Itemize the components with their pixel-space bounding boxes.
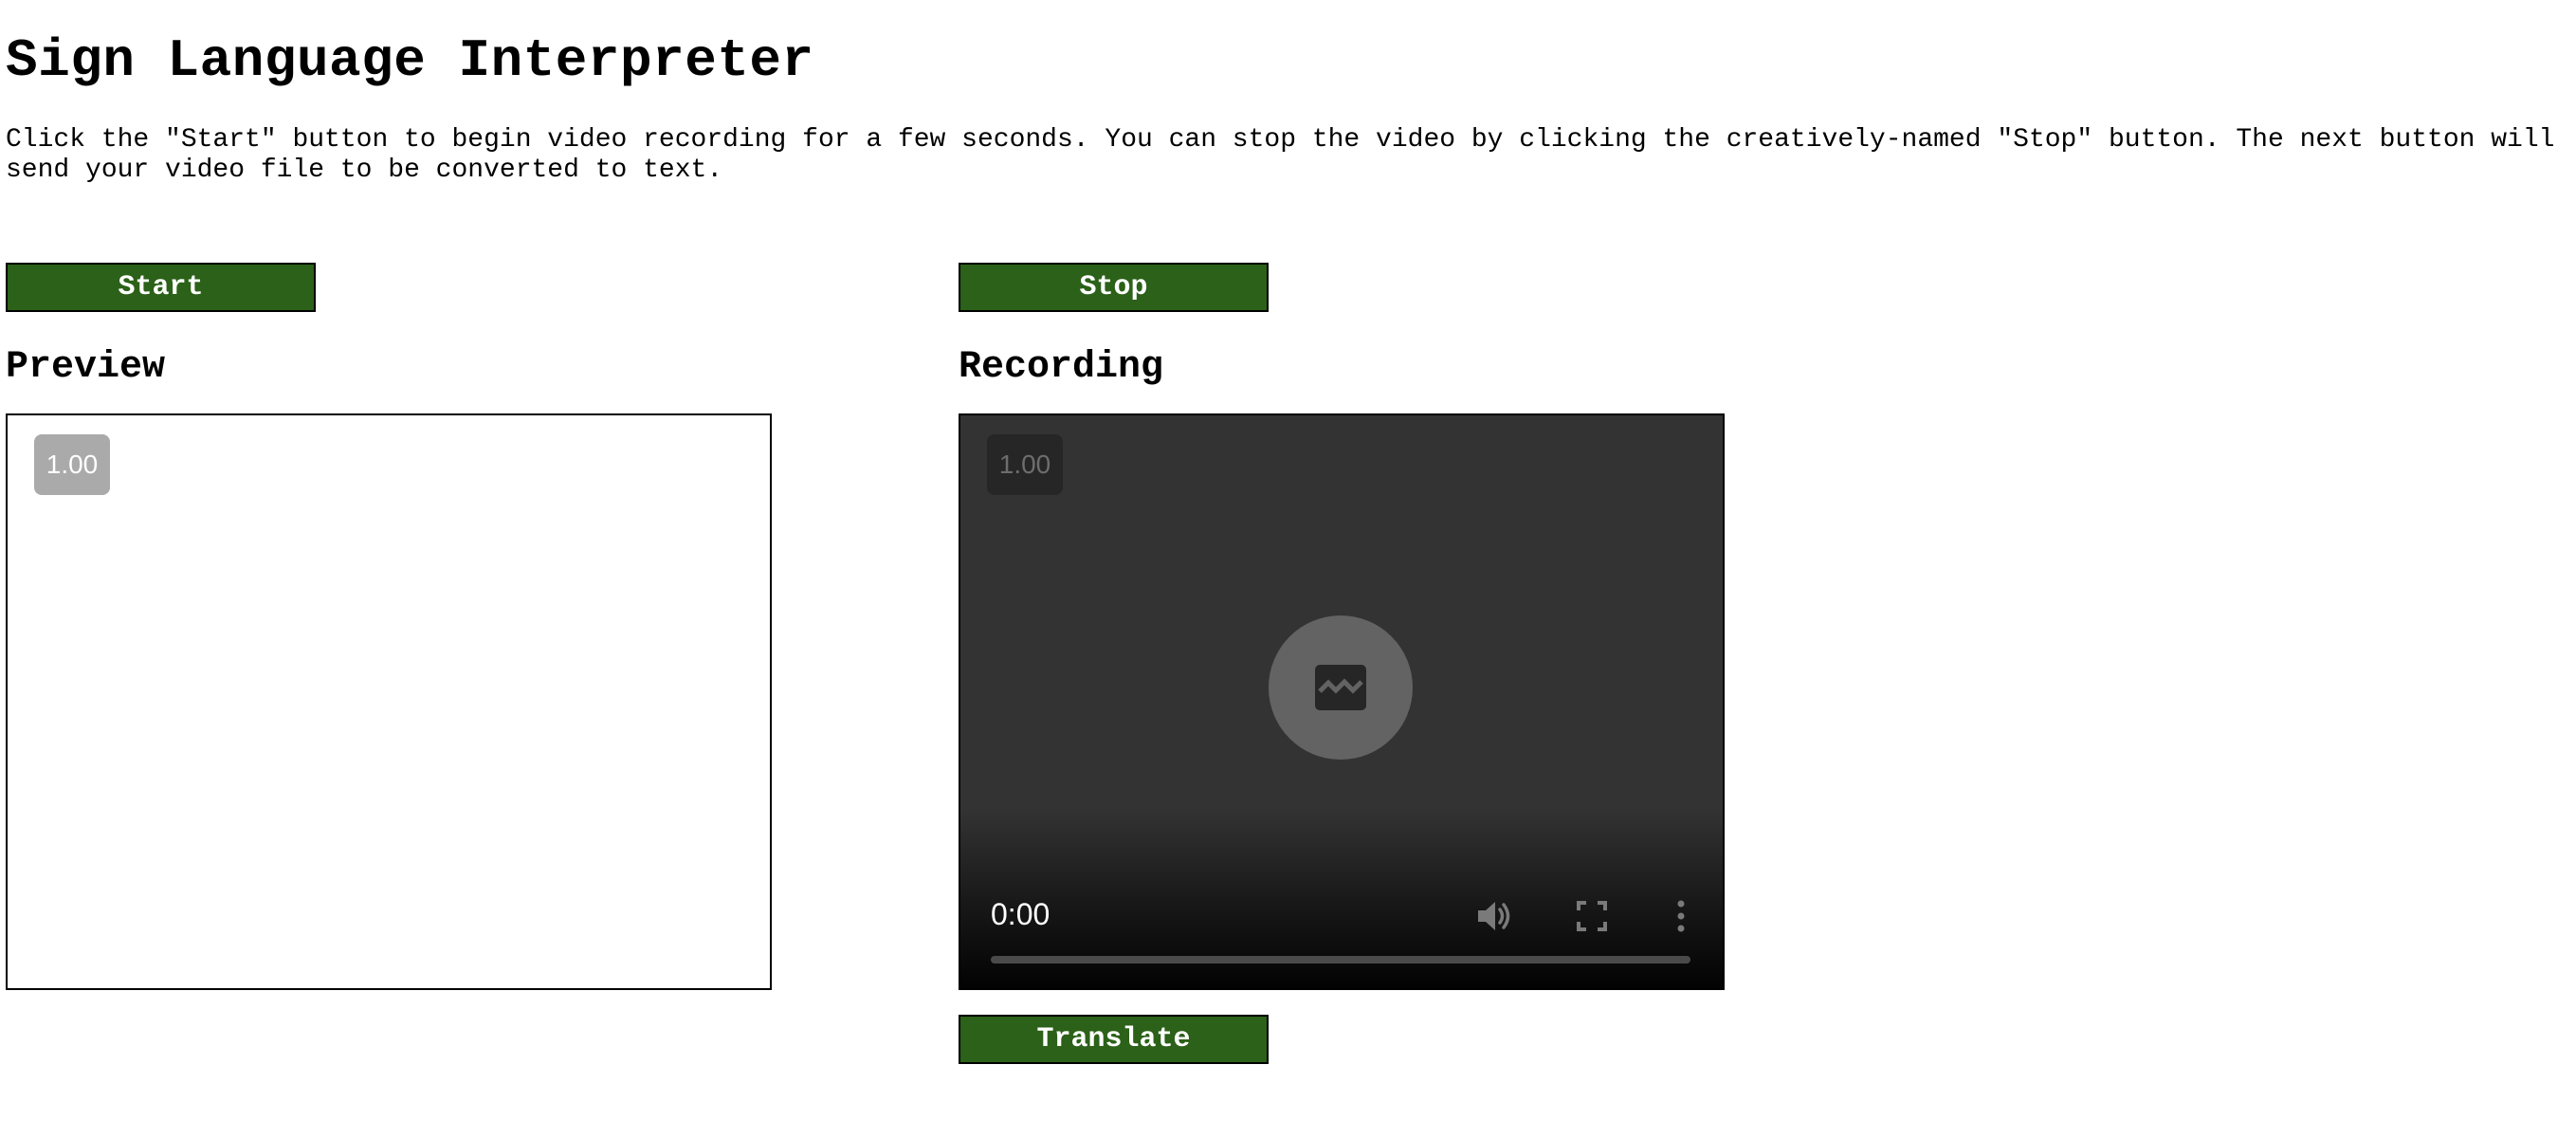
stop-button[interactable]: Stop <box>959 263 1269 312</box>
intro-text: Click the "Start" button to begin video … <box>6 125 2555 185</box>
broken-media-icon[interactable] <box>1269 615 1413 760</box>
recording-heading: Recording <box>959 346 1164 389</box>
start-button[interactable]: Start <box>6 263 316 312</box>
translate-button[interactable]: Translate <box>959 1015 1269 1064</box>
volume-icon[interactable] <box>1474 895 1516 937</box>
recording-playback-rate-badge: 1.00 <box>987 434 1063 495</box>
page-title: Sign Language Interpreter <box>6 30 814 91</box>
preview-heading: Preview <box>6 346 166 389</box>
current-time: 0:00 <box>991 897 1050 931</box>
preview-playback-rate-badge: 1.00 <box>34 434 110 495</box>
recording-video[interactable]: 1.00 0:00 <box>959 413 1725 990</box>
preview-video[interactable]: 1.00 <box>6 413 772 990</box>
more-vertical-icon[interactable] <box>1660 895 1702 937</box>
fullscreen-icon[interactable] <box>1571 895 1613 937</box>
progress-bar[interactable] <box>991 956 1690 964</box>
